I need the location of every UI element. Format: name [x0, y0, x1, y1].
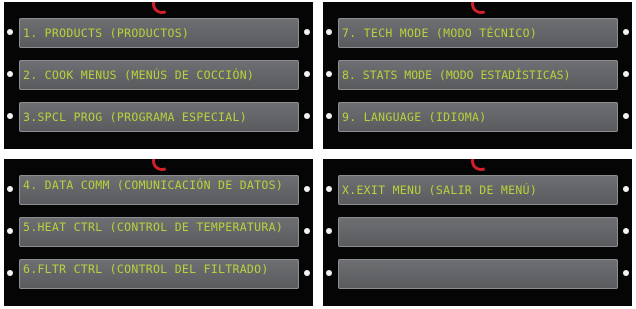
brand-logo-icon: [468, 159, 495, 174]
right-softkey-dot-icon[interactable]: [304, 270, 310, 276]
menu-row: 4. DATA COMM (COMUNICACIÓN DE DATOS): [4, 175, 313, 205]
menu-row: 6.FLTR CTRL (CONTROL DEL FILTRADO): [4, 259, 313, 289]
menu-row: 2. COOK MENUS (MENÚS DE COCCIÓN): [4, 60, 313, 90]
menu-row: [323, 259, 632, 289]
right-softkey-dot-icon[interactable]: [623, 228, 629, 234]
right-softkey-dot-icon[interactable]: [304, 29, 310, 35]
menu-item-stats-mode[interactable]: 8. STATS MODE (MODO ESTADÍSTICAS): [338, 60, 618, 90]
brand-logo-icon: [149, 2, 176, 17]
right-softkey-dot-icon[interactable]: [304, 113, 310, 119]
menu-row: [323, 217, 632, 247]
menu-row: x.EXIT MENU (SALIR DE MENÚ): [323, 175, 632, 205]
menu-item-heat-control[interactable]: 5.HEAT CTRL (CONTROL DE TEMPERATURA): [19, 217, 299, 247]
right-softkey-dot-icon[interactable]: [623, 29, 629, 35]
right-softkey-dot-icon[interactable]: [623, 113, 629, 119]
left-softkey-dot-icon[interactable]: [326, 186, 332, 192]
right-softkey-dot-icon[interactable]: [623, 71, 629, 77]
left-softkey-dot-icon[interactable]: [7, 270, 13, 276]
menu-item-special-program[interactable]: 3.SPCL PROG (PROGRAMA ESPECIAL): [19, 102, 299, 132]
menu-item-empty[interactable]: [338, 217, 618, 247]
left-softkey-dot-icon[interactable]: [7, 186, 13, 192]
menu-item-products[interactable]: 1. PRODUCTS (PRODUCTOS): [19, 18, 299, 48]
menu-item-exit-menu[interactable]: x.EXIT MENU (SALIR DE MENÚ): [338, 175, 618, 205]
left-softkey-dot-icon[interactable]: [7, 228, 13, 234]
right-softkey-dot-icon[interactable]: [304, 228, 310, 234]
menu-item-empty[interactable]: [338, 259, 618, 289]
left-softkey-dot-icon[interactable]: [7, 29, 13, 35]
menu-row: 7. TECH MODE (MODO TÉCNICO): [323, 18, 632, 48]
menu-panel-top-left: 1. PRODUCTS (PRODUCTOS) 2. COOK MENUS (M…: [4, 2, 313, 149]
menu-row: 8. STATS MODE (MODO ESTADÍSTICAS): [323, 60, 632, 90]
menu-item-tech-mode[interactable]: 7. TECH MODE (MODO TÉCNICO): [338, 18, 618, 48]
left-softkey-dot-icon[interactable]: [7, 113, 13, 119]
menu-item-cook-menus[interactable]: 2. COOK MENUS (MENÚS DE COCCIÓN): [19, 60, 299, 90]
left-softkey-dot-icon[interactable]: [326, 228, 332, 234]
right-softkey-dot-icon[interactable]: [304, 71, 310, 77]
brand-logo-icon: [149, 159, 176, 174]
left-softkey-dot-icon[interactable]: [7, 71, 13, 77]
left-softkey-dot-icon[interactable]: [326, 270, 332, 276]
menu-item-filter-control[interactable]: 6.FLTR CTRL (CONTROL DEL FILTRADO): [19, 259, 299, 289]
left-softkey-dot-icon[interactable]: [326, 29, 332, 35]
right-softkey-dot-icon[interactable]: [623, 270, 629, 276]
menu-panel-bottom-right: x.EXIT MENU (SALIR DE MENÚ): [323, 159, 632, 306]
menu-row: 3.SPCL PROG (PROGRAMA ESPECIAL): [4, 102, 313, 132]
brand-logo-icon: [468, 2, 495, 17]
menu-item-data-comm[interactable]: 4. DATA COMM (COMUNICACIÓN DE DATOS): [19, 175, 299, 205]
left-softkey-dot-icon[interactable]: [326, 71, 332, 77]
left-softkey-dot-icon[interactable]: [326, 113, 332, 119]
right-softkey-dot-icon[interactable]: [623, 186, 629, 192]
menu-panel-bottom-left: 4. DATA COMM (COMUNICACIÓN DE DATOS) 5.H…: [4, 159, 313, 306]
menu-row: 5.HEAT CTRL (CONTROL DE TEMPERATURA): [4, 217, 313, 247]
menu-row: 1. PRODUCTS (PRODUCTOS): [4, 18, 313, 48]
menu-item-language[interactable]: 9. LANGUAGE (IDIOMA): [338, 102, 618, 132]
menu-panel-top-right: 7. TECH MODE (MODO TÉCNICO) 8. STATS MOD…: [323, 2, 632, 149]
menu-row: 9. LANGUAGE (IDIOMA): [323, 102, 632, 132]
right-softkey-dot-icon[interactable]: [304, 186, 310, 192]
